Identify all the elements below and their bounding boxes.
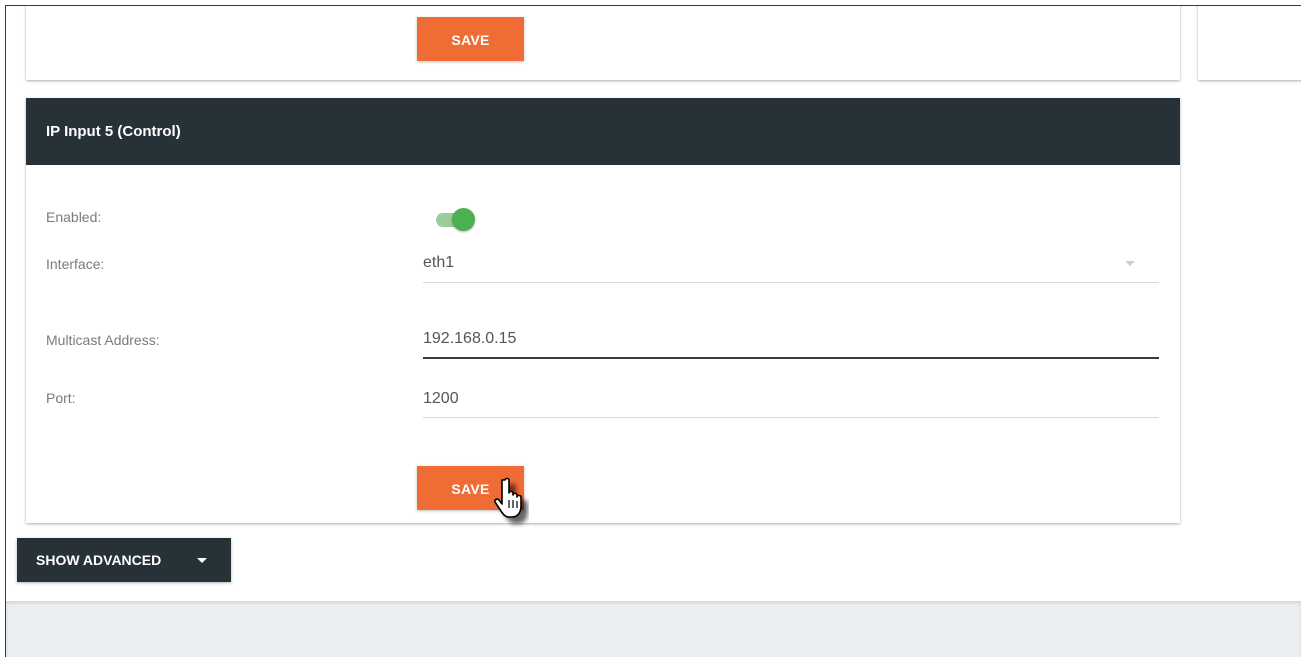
app-frame: SAVE IP Input 5 (Control) Enabled: Inter… (5, 5, 1301, 657)
previous-card-save-button[interactable]: SAVE (417, 17, 524, 61)
chevron-down-icon (1125, 261, 1135, 266)
card-title: IP Input 5 (Control) (46, 123, 181, 140)
toggle-thumb (452, 208, 475, 231)
show-advanced-button[interactable]: SHOW ADVANCED (17, 538, 231, 582)
enabled-label: Enabled: (46, 209, 102, 225)
multicast-address-underline (423, 357, 1159, 359)
ip-input-card: IP Input 5 (Control) Enabled: Interface:… (26, 98, 1180, 523)
side-card (1198, 6, 1301, 80)
previous-card: SAVE (26, 6, 1180, 80)
port-input[interactable]: 1200 (423, 390, 459, 408)
page-footer-area (6, 601, 1301, 657)
interface-value: eth1 (423, 254, 455, 271)
save-button[interactable]: SAVE (417, 466, 524, 510)
multicast-address-input[interactable]: 192.168.0.15 (423, 330, 516, 348)
multicast-address-label: Multicast Address: (46, 332, 160, 348)
interface-label: Interface: (46, 256, 105, 272)
show-advanced-label: SHOW ADVANCED (36, 552, 162, 568)
interface-select[interactable] (423, 244, 1159, 282)
card-header: IP Input 5 (Control) (26, 98, 1180, 165)
port-underline (423, 417, 1159, 418)
chevron-down-icon (197, 558, 207, 563)
enabled-toggle[interactable] (436, 207, 478, 231)
interface-underline (423, 282, 1159, 283)
port-label: Port: (46, 390, 76, 406)
